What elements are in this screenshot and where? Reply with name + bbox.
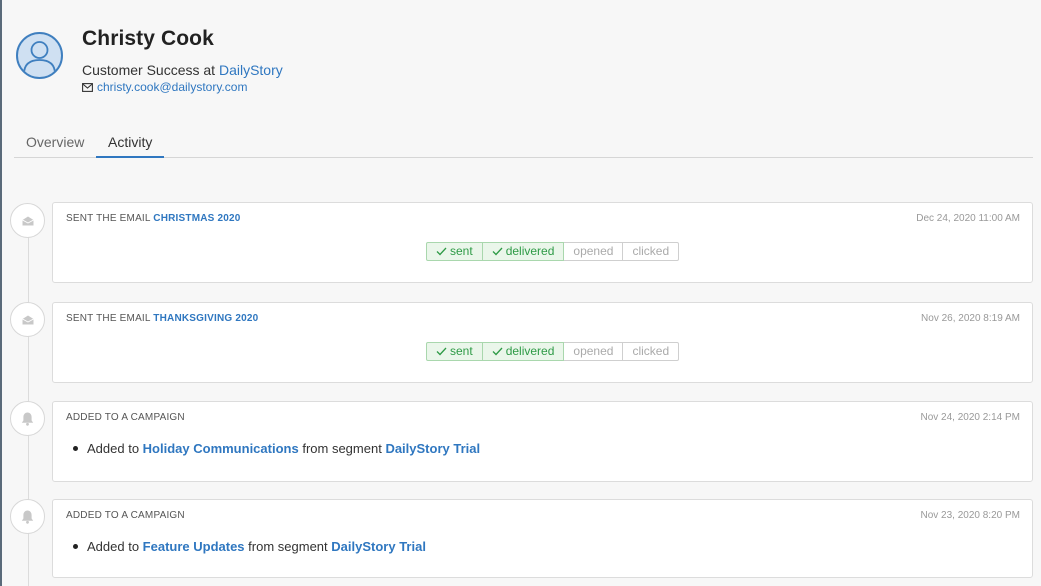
detail-text: Added to — [87, 441, 140, 456]
event-date: Nov 24, 2020 2:14 PM — [920, 412, 1020, 423]
status-label: sent — [450, 244, 473, 258]
timeline-dot — [10, 302, 45, 337]
event-date: Nov 23, 2020 8:20 PM — [920, 510, 1020, 521]
status-opened: opened — [563, 342, 624, 361]
envelope-icon — [82, 82, 93, 92]
activity-card: SENT THE EMAIL CHRISTMAS 2020 Dec 24, 20… — [52, 202, 1033, 283]
avatar — [16, 32, 63, 79]
tab-bar: Overview Activity — [14, 130, 1033, 158]
bell-icon — [21, 510, 34, 524]
email-name-link[interactable]: CHRISTMAS 2020 — [153, 213, 240, 224]
detail-text: from segment — [248, 539, 328, 554]
status-opened: opened — [563, 242, 624, 261]
bullet — [73, 446, 78, 451]
event-title: SENT THE EMAIL CHRISTMAS 2020 — [66, 213, 241, 224]
event-title: SENT THE EMAIL THANKSGIVING 2020 — [66, 313, 258, 324]
tab-overview[interactable]: Overview — [14, 134, 96, 158]
email-link[interactable]: christy.cook@dailystory.com — [97, 80, 247, 94]
status-delivered: delivered — [481, 342, 565, 361]
status-clicked: clicked — [622, 342, 680, 361]
envelope-icon — [21, 315, 34, 324]
status-label: delivered — [505, 344, 555, 358]
email-name-link[interactable]: THANKSGIVING 2020 — [153, 313, 258, 324]
check-icon — [436, 247, 447, 256]
detail-text: from segment — [302, 441, 382, 456]
check-icon — [492, 247, 503, 256]
timeline-dot — [10, 499, 45, 534]
detail-text: Added to — [87, 539, 140, 554]
contact-role: Customer Success at DailyStory — [82, 62, 283, 78]
status-sent: sent — [426, 342, 483, 361]
status-sent: sent — [426, 242, 483, 261]
event-title: ADDED TO A CAMPAIGN — [66, 510, 185, 521]
event-title: ADDED TO A CAMPAIGN — [66, 412, 185, 423]
event-title-prefix: SENT THE EMAIL — [66, 313, 151, 324]
event-title-prefix: SENT THE EMAIL — [66, 213, 151, 224]
window-left-edge — [0, 0, 2, 586]
check-icon — [492, 347, 503, 356]
event-date: Nov 26, 2020 8:19 AM — [921, 313, 1020, 324]
status-label: sent — [450, 344, 473, 358]
status-clicked: clicked — [622, 242, 680, 261]
company-link[interactable]: DailyStory — [219, 62, 283, 78]
role-text: Customer Success at — [82, 62, 216, 78]
email-status-steps: sent delivered opened clicked — [426, 342, 680, 361]
event-date: Dec 24, 2020 11:00 AM — [916, 213, 1020, 224]
activity-card: SENT THE EMAIL THANKSGIVING 2020 Nov 26,… — [52, 302, 1033, 383]
campaign-detail: Added to Feature Updates from segment Da… — [73, 539, 426, 554]
status-delivered: delivered — [481, 242, 565, 261]
email-status-steps: sent delivered opened clicked — [426, 242, 680, 261]
campaign-detail: Added to Holiday Communications from seg… — [73, 441, 480, 456]
check-icon — [436, 347, 447, 356]
status-label: delivered — [505, 244, 555, 258]
contact-name: Christy Cook — [82, 27, 214, 50]
tab-activity[interactable]: Activity — [96, 134, 165, 158]
activity-card: ADDED TO A CAMPAIGN Nov 23, 2020 8:20 PM… — [52, 499, 1033, 578]
segment-link[interactable]: DailyStory Trial — [331, 539, 426, 554]
bullet — [73, 544, 78, 549]
envelope-icon — [21, 216, 34, 225]
user-icon — [23, 41, 56, 75]
timeline-dot — [10, 203, 45, 238]
segment-link[interactable]: DailyStory Trial — [385, 441, 480, 456]
campaign-link[interactable]: Holiday Communications — [143, 441, 299, 456]
campaign-link[interactable]: Feature Updates — [143, 539, 245, 554]
activity-card: ADDED TO A CAMPAIGN Nov 24, 2020 2:14 PM… — [52, 401, 1033, 482]
email-row: christy.cook@dailystory.com — [82, 80, 247, 94]
bell-icon — [21, 412, 34, 426]
timeline-dot — [10, 401, 45, 436]
